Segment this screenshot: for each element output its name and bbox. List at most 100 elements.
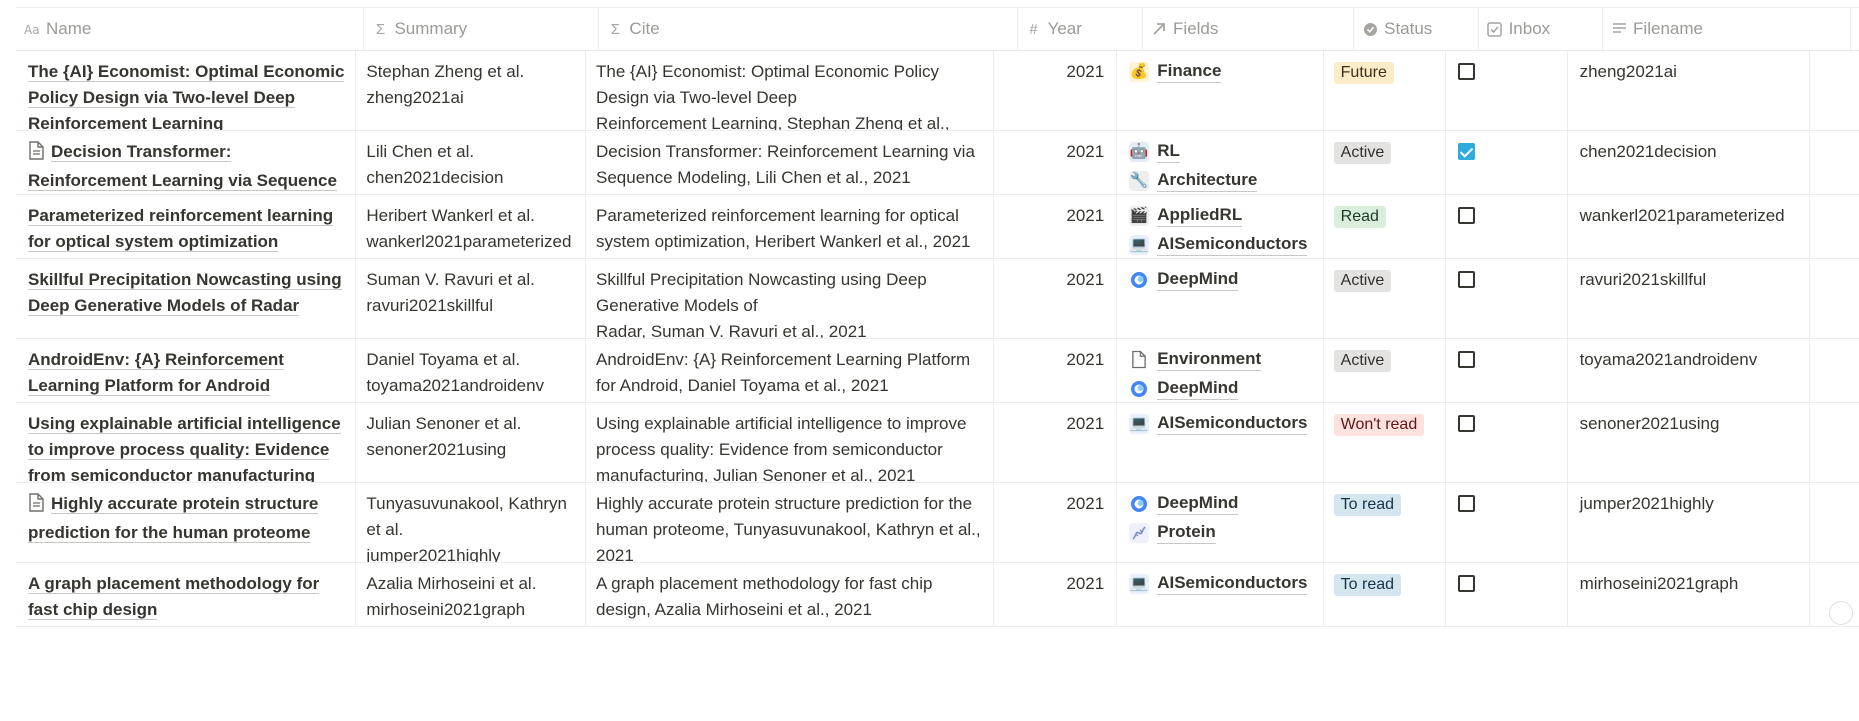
- filename-cell[interactable]: zheng2021ai: [1568, 51, 1810, 130]
- status-cell[interactable]: Active: [1324, 259, 1446, 338]
- row-title[interactable]: A graph placement methodology for fast c…: [28, 574, 320, 620]
- column-header-fields[interactable]: Fields: [1143, 8, 1355, 50]
- column-header-summary[interactable]: Σ Summary: [364, 8, 600, 50]
- summary-cell[interactable]: Julian Senoner et al. senoner2021using: [356, 403, 587, 482]
- summary-cell[interactable]: Tunyasuvunakool, Kathryn et al. jumper2021…: [356, 483, 587, 562]
- field-relation-item[interactable]: Protein: [1129, 516, 1312, 549]
- column-header-filename[interactable]: Filename: [1603, 8, 1851, 50]
- fields-cell[interactable]: 🎬 AppliedRL 💻 AISemiconductors: [1117, 195, 1324, 258]
- status-cell[interactable]: To read: [1324, 563, 1446, 626]
- name-cell[interactable]: Highly accurate protein structure predic…: [16, 483, 357, 562]
- summary-cell[interactable]: Suman V. Ravuri et al. ravuri2021skillful: [356, 259, 587, 338]
- cite-cell[interactable]: Skillful Precipitation Nowcasting using …: [586, 259, 995, 338]
- summary-cell[interactable]: Azalia Mirhoseini et al. mirhoseini2021gr…: [356, 563, 587, 626]
- inbox-checkbox[interactable]: [1457, 143, 1475, 160]
- fields-cell[interactable]: 🤖 RL 🔧 Architecture: [1117, 131, 1324, 194]
- name-cell[interactable]: Decision Transformer: Reinforcement Lear…: [16, 131, 357, 194]
- cite-line: 2021: [596, 546, 634, 562]
- year-cell[interactable]: 2021: [994, 131, 1118, 194]
- year-cell[interactable]: 2021: [994, 259, 1118, 338]
- inbox-checkbox[interactable]: [1457, 575, 1475, 592]
- inbox-checkbox[interactable]: [1457, 415, 1475, 432]
- cite-cell[interactable]: Parameterized reinforcement learning for…: [586, 195, 995, 258]
- field-relation-item[interactable]: 🔧 Architecture: [1129, 164, 1312, 194]
- table-row[interactable]: The {AI} Economist: Optimal Economic Pol…: [16, 51, 1859, 131]
- table-row[interactable]: Decision Transformer: Reinforcement Lear…: [16, 131, 1859, 195]
- cite-cell[interactable]: A graph placement methodology for fast c…: [586, 563, 995, 626]
- row-title[interactable]: Parameterized reinforcement learning for…: [28, 206, 334, 252]
- cite-cell[interactable]: The {AI} Economist: Optimal Economic Pol…: [586, 51, 995, 130]
- status-cell[interactable]: Read: [1324, 195, 1446, 258]
- filename-cell[interactable]: wankerl2021parameterized: [1568, 195, 1810, 258]
- field-relation-item[interactable]: 💻 AISemiconductors: [1129, 228, 1312, 258]
- year-cell[interactable]: 2021: [994, 483, 1118, 562]
- table-row[interactable]: Parameterized reinforcement learning for…: [16, 195, 1859, 259]
- inbox-checkbox[interactable]: [1457, 271, 1475, 288]
- summary-cell[interactable]: Lili Chen et al. chen2021decision: [356, 131, 587, 194]
- status-cell[interactable]: Active: [1324, 131, 1446, 194]
- fields-cell[interactable]: 💰 Finance: [1117, 51, 1324, 130]
- column-header-cite[interactable]: Σ Cite: [599, 8, 1018, 50]
- fields-cell[interactable]: 💻 AISemiconductors: [1117, 563, 1324, 626]
- status-cell[interactable]: To read: [1324, 483, 1446, 562]
- row-title[interactable]: Skillful Precipitation Nowcasting using …: [28, 270, 342, 316]
- table-row[interactable]: Highly accurate protein structure predic…: [16, 483, 1859, 563]
- fields-cell[interactable]: 💻 AISemiconductors: [1117, 403, 1324, 482]
- filename-cell[interactable]: senoner2021using: [1568, 403, 1810, 482]
- status-cell[interactable]: Won't read: [1324, 403, 1446, 482]
- cite-cell[interactable]: Decision Transformer: Reinforcement Lear…: [586, 131, 995, 194]
- row-title[interactable]: Decision Transformer: Reinforcement Lear…: [28, 142, 337, 194]
- row-title[interactable]: AndroidEnv: {A} Reinforcement Learning P…: [28, 350, 284, 396]
- field-relation-item[interactable]: DeepMind: [1129, 263, 1312, 296]
- name-cell[interactable]: The {AI} Economist: Optimal Economic Pol…: [16, 51, 357, 130]
- column-header-inbox[interactable]: Inbox: [1479, 8, 1604, 50]
- year-cell[interactable]: 2021: [994, 339, 1118, 402]
- name-cell[interactable]: Skillful Precipitation Nowcasting using …: [16, 259, 357, 338]
- column-header-year[interactable]: # Year: [1018, 8, 1144, 50]
- table-row[interactable]: Using explainable artificial intelligenc…: [16, 403, 1859, 483]
- fields-cell[interactable]: Environment DeepMind: [1117, 339, 1324, 402]
- environment-icon: [1129, 349, 1150, 370]
- cite-cell[interactable]: Using explainable artificial intelligenc…: [586, 403, 995, 482]
- fields-cell[interactable]: DeepMind Protein: [1117, 483, 1324, 562]
- fields-cell[interactable]: DeepMind: [1117, 259, 1324, 338]
- year-cell[interactable]: 2021: [994, 195, 1118, 258]
- inbox-checkbox[interactable]: [1457, 351, 1475, 368]
- summary-cell[interactable]: Heribert Wankerl et al. wankerl2021parame…: [356, 195, 587, 258]
- row-title[interactable]: The {AI} Economist: Optimal Economic Pol…: [28, 62, 345, 130]
- filename-cell[interactable]: chen2021decision: [1568, 131, 1810, 194]
- filename-cell[interactable]: mirhoseini2021graph: [1568, 563, 1810, 626]
- year-cell[interactable]: 2021: [994, 563, 1118, 626]
- inbox-checkbox[interactable]: [1457, 495, 1475, 512]
- field-relation-item[interactable]: 💻 AISemiconductors: [1129, 407, 1312, 440]
- table-row[interactable]: Skillful Precipitation Nowcasting using …: [16, 259, 1859, 339]
- year-cell[interactable]: 2021: [994, 51, 1118, 130]
- inbox-checkbox[interactable]: [1457, 207, 1475, 224]
- scroll-corner-icon[interactable]: [1829, 601, 1853, 625]
- field-relation-item[interactable]: 💰 Finance: [1129, 55, 1312, 88]
- filename-cell[interactable]: ravuri2021skillful: [1568, 259, 1810, 338]
- finance-icon: 💰: [1129, 61, 1150, 82]
- cite-cell[interactable]: Highly accurate protein structure predic…: [586, 483, 995, 562]
- inbox-checkbox[interactable]: [1457, 63, 1475, 80]
- column-header-name[interactable]: Aa Name: [16, 8, 365, 50]
- field-relation-item[interactable]: 💻 AISemiconductors: [1129, 567, 1312, 600]
- row-title[interactable]: Using explainable artificial intelligenc…: [28, 414, 341, 482]
- status-cell[interactable]: Active: [1324, 339, 1446, 402]
- field-relation-item[interactable]: DeepMind: [1129, 372, 1312, 402]
- cite-cell[interactable]: AndroidEnv: {A} Reinforcement Learning P…: [586, 339, 995, 402]
- name-cell[interactable]: A graph placement methodology for fast c…: [16, 563, 357, 626]
- year-cell[interactable]: 2021: [994, 403, 1118, 482]
- filename-cell[interactable]: jumper2021highly: [1568, 483, 1810, 562]
- filename-cell[interactable]: toyama2021androidenv: [1568, 339, 1810, 402]
- name-cell[interactable]: AndroidEnv: {A} Reinforcement Learning P…: [16, 339, 357, 402]
- table-row[interactable]: AndroidEnv: {A} Reinforcement Learning P…: [16, 339, 1859, 403]
- summary-cell[interactable]: Stephan Zheng et al. zheng2021ai: [356, 51, 587, 130]
- name-cell[interactable]: Using explainable artificial intelligenc…: [16, 403, 357, 482]
- status-cell[interactable]: Future: [1324, 51, 1446, 130]
- table-row[interactable]: A graph placement methodology for fast c…: [16, 563, 1859, 627]
- column-header-status[interactable]: Status: [1354, 8, 1479, 50]
- row-title[interactable]: Highly accurate protein structure predic…: [28, 494, 319, 543]
- name-cell[interactable]: Parameterized reinforcement learning for…: [16, 195, 357, 258]
- summary-cell[interactable]: Daniel Toyama et al. toyama2021androidenv: [356, 339, 587, 402]
